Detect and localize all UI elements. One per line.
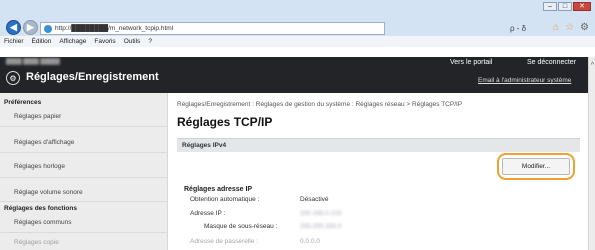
breadcrumb: Réglages/Enregistrement : Réglages de ge… bbox=[177, 101, 463, 108]
favorites-star-icon[interactable]: ☆ bbox=[565, 22, 574, 33]
value-ip-address: 192.168.0.215 bbox=[300, 210, 342, 217]
menu-bar: Fichier Édition Affichage Favoris Outils… bbox=[0, 36, 595, 47]
window-controls: – □ ✕ bbox=[543, 2, 591, 11]
close-window-button[interactable]: ✕ bbox=[573, 2, 591, 11]
label-subnet-mask: Masque de sous-réseau : bbox=[204, 223, 278, 230]
address-controls[interactable]: ρ - δ bbox=[510, 24, 526, 33]
value-auto-obtain: Désactivé bbox=[300, 196, 329, 203]
value-gateway: 0.0.0.0 bbox=[300, 238, 320, 245]
ie-icon bbox=[44, 24, 52, 33]
menu-view[interactable]: Affichage bbox=[59, 36, 86, 47]
label-gateway: Adresse de passerelle : bbox=[190, 238, 258, 245]
label-auto-obtain: Obtention automatique : bbox=[190, 196, 260, 203]
back-arrow-icon: ◀ bbox=[10, 22, 17, 32]
sidebar: Préférences Réglages papier Réglages d'a… bbox=[0, 93, 168, 250]
minimize-button[interactable]: – bbox=[543, 2, 557, 11]
menu-edit[interactable]: Édition bbox=[32, 36, 52, 47]
divider bbox=[0, 126, 168, 127]
device-info: ████ ████ █████ bbox=[6, 59, 60, 65]
divider bbox=[0, 232, 168, 233]
sidebar-item-paper[interactable]: Réglages papier bbox=[14, 113, 61, 120]
menu-favorites[interactable]: Favoris bbox=[94, 36, 115, 47]
page-scrollbar[interactable]: ^ bbox=[588, 57, 595, 250]
modify-button[interactable]: Modifier... bbox=[502, 158, 570, 175]
scroll-up-icon[interactable]: ^ bbox=[589, 62, 595, 69]
divider bbox=[0, 201, 168, 202]
home-icon[interactable]: ⌂ bbox=[553, 22, 559, 33]
page-title: Réglages TCP/IP bbox=[177, 115, 273, 129]
forward-arrow-icon: ▶ bbox=[27, 22, 34, 32]
sidebar-category-functions: Réglages des fonctions bbox=[4, 205, 77, 212]
browser-chrome: – □ ✕ ◀ ▶ http://████████/m_network_tcpi… bbox=[0, 0, 595, 47]
sidebar-item-clock[interactable]: Réglages horloge bbox=[14, 163, 65, 170]
address-bar[interactable]: http://████████/m_network_tcpip.html bbox=[40, 22, 385, 35]
settings-gear-icon[interactable]: ⚙ bbox=[580, 22, 589, 33]
label-ip-address: Adresse IP : bbox=[190, 210, 226, 217]
menu-tools[interactable]: Outils bbox=[124, 36, 141, 47]
divider bbox=[0, 177, 168, 178]
sidebar-item-common[interactable]: Réglages communs bbox=[14, 219, 71, 226]
value-subnet-mask: 255.255.255.0 bbox=[300, 223, 342, 230]
menu-file[interactable]: Fichier bbox=[4, 36, 24, 47]
settings-logo-icon: ⚙ bbox=[6, 71, 20, 85]
sidebar-category-preferences: Préférences bbox=[4, 99, 42, 106]
group-title-ip-address: Réglages adresse IP bbox=[184, 186, 253, 193]
logout-link[interactable]: Se déconnecter bbox=[527, 59, 576, 66]
sidebar-item-copy[interactable]: Réglages copie bbox=[14, 239, 59, 246]
app-title: Réglages/Enregistrement bbox=[26, 71, 159, 83]
toolbar-icons: ⌂ ☆ ⚙ bbox=[553, 22, 589, 33]
app-header: ████ ████ █████ ⚙ Réglages/Enregistremen… bbox=[0, 57, 588, 93]
email-admin-link[interactable]: Email à l'administrateur système bbox=[478, 77, 571, 84]
menu-help[interactable]: ? bbox=[148, 36, 152, 47]
forward-button[interactable]: ▶ bbox=[23, 20, 38, 35]
back-button[interactable]: ◀ bbox=[6, 20, 21, 35]
portal-link[interactable]: Vers le portail bbox=[450, 59, 492, 66]
section-header-ipv4: Réglages IPv4 bbox=[177, 138, 580, 152]
address-text: http://████████/m_network_tcpip.html bbox=[55, 25, 174, 32]
sidebar-item-display[interactable]: Réglages d'affichage bbox=[14, 139, 74, 146]
divider bbox=[0, 152, 168, 153]
maximize-button[interactable]: □ bbox=[558, 2, 572, 11]
sidebar-item-volume[interactable]: Réglage volume sonore bbox=[14, 189, 83, 196]
